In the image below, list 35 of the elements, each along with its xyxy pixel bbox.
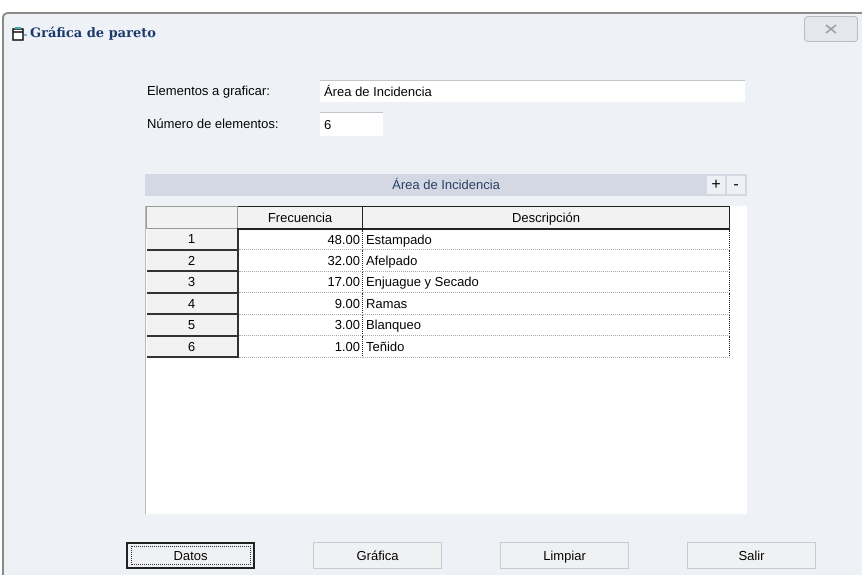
row-header[interactable]: 1: [146, 228, 238, 250]
table-cell: Enjuague y Secado: [362, 271, 730, 292]
table-cell: 3.00: [238, 314, 362, 336]
row-header[interactable]: 6: [146, 336, 238, 357]
table-cell: 17.00: [238, 271, 362, 292]
table-cell: 1.00: [238, 336, 362, 357]
table-cell: Afelpado: [362, 250, 730, 271]
field-label: Número de elementos:: [147, 115, 280, 134]
row-header[interactable]: 4: [146, 292, 238, 314]
table-cell: Estampado: [362, 228, 730, 250]
column-header[interactable]: Frecuencia: [238, 206, 362, 228]
action-button[interactable]: Salir: [687, 542, 816, 569]
table-cell: 48.00: [238, 228, 362, 250]
close-icon: [825, 24, 837, 34]
close-button[interactable]: [804, 16, 858, 42]
input-field[interactable]: Área de Incidencia: [320, 80, 745, 102]
row-header[interactable]: 5: [146, 314, 238, 336]
add-row-button[interactable]: +: [707, 176, 725, 194]
action-button[interactable]: Limpiar: [500, 542, 629, 569]
column-header[interactable]: Descripción: [362, 206, 730, 228]
table-cell: 32.00: [238, 250, 362, 271]
field-label: Elementos a graficar:: [147, 82, 271, 100]
table-cell: Teñido: [362, 336, 730, 357]
table-cell: Ramas: [362, 292, 730, 314]
row-header[interactable]: 2: [146, 250, 238, 271]
remove-row-button[interactable]: -: [727, 176, 745, 194]
window-title: Gráfica de pareto: [30, 25, 156, 44]
action-button[interactable]: Gráfica: [313, 542, 442, 569]
row-header[interactable]: 3: [146, 271, 238, 292]
table-cell: Blanqueo: [362, 314, 730, 336]
grid-title: Área de Incidencia: [392, 176, 500, 194]
window-icon: [12, 27, 28, 41]
input-field[interactable]: 6: [320, 112, 383, 136]
table-cell: 9.00: [238, 292, 362, 314]
action-button[interactable]: Datos: [126, 542, 255, 569]
